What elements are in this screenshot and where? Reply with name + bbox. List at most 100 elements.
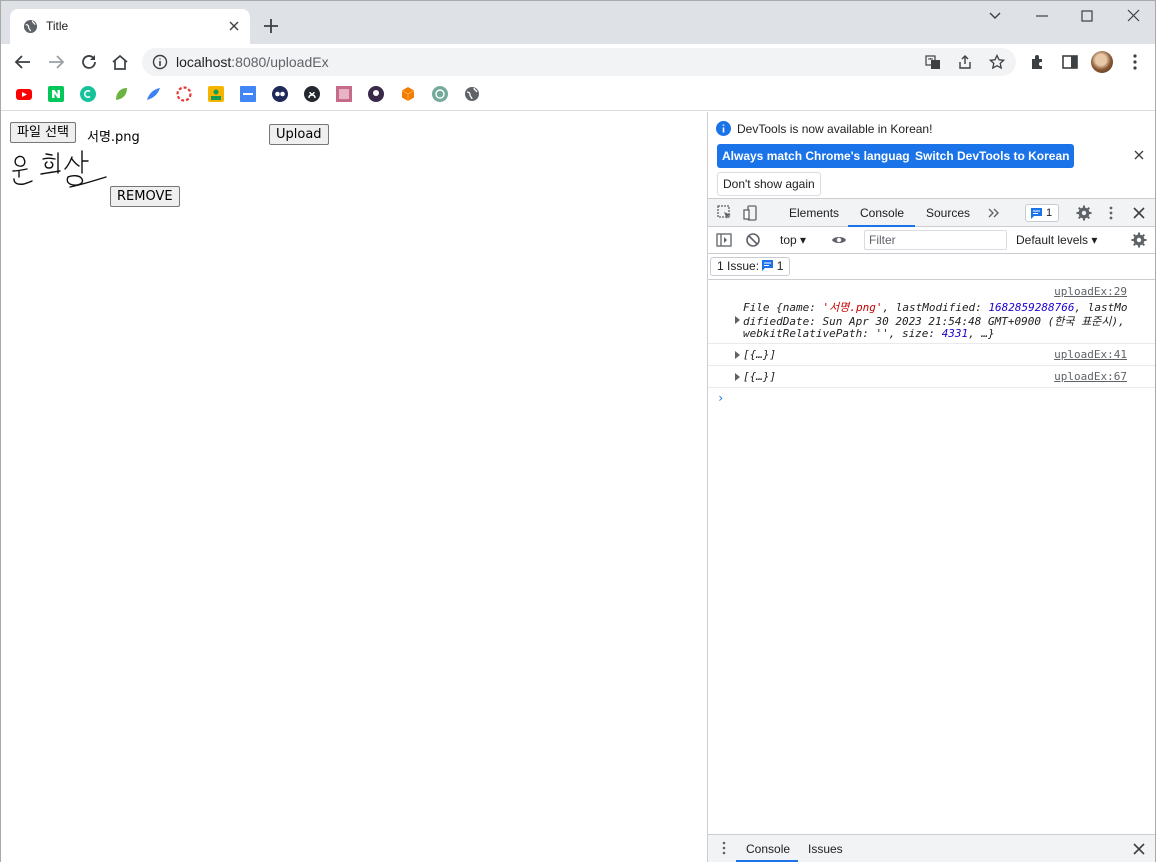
console-message[interactable]: [{…}] uploadEx:67 — [708, 366, 1155, 388]
dont-show-again-button[interactable]: Don't show again — [717, 172, 821, 196]
expand-triangle-icon[interactable] — [735, 316, 740, 324]
issues-summary-bar: 1 Issue: 1 — [708, 254, 1155, 280]
expand-triangle-icon[interactable] — [735, 351, 740, 359]
drawer-tab-issues[interactable]: Issues — [808, 842, 843, 856]
minimize-icon[interactable] — [1031, 7, 1053, 25]
eye-icon[interactable] — [831, 232, 847, 248]
remove-button[interactable]: REMOVE — [110, 186, 180, 207]
maximize-icon[interactable] — [1076, 7, 1098, 25]
home-icon[interactable] — [110, 52, 130, 72]
log-levels-select[interactable]: Default levels ▾ — [1016, 233, 1097, 247]
tab-sources[interactable]: Sources — [926, 206, 970, 220]
file-choose-button[interactable]: 파일 선택 — [10, 122, 76, 143]
log-line: [{…}] — [743, 370, 777, 383]
tab-console[interactable]: Console — [860, 206, 904, 220]
devtools-close-icon[interactable] — [1131, 205, 1147, 221]
console-settings-icon[interactable] — [1131, 232, 1147, 248]
issues-summary-label: 1 Issue: — [717, 259, 760, 273]
tab-elements[interactable]: Elements — [789, 206, 839, 220]
clear-console-icon[interactable] — [745, 232, 761, 248]
grammarly-bookmark-icon[interactable] — [80, 86, 96, 102]
settings-gear-icon[interactable] — [1076, 205, 1092, 221]
browser-toolbar: localhost:8080/uploadEx — [1, 44, 1155, 80]
translate-icon[interactable] — [925, 54, 941, 70]
always-match-language-button[interactable]: Always match Chrome's language — [717, 144, 922, 168]
source-link[interactable]: uploadEx:41 — [1054, 348, 1127, 361]
orange-cube-bookmark-icon[interactable] — [400, 86, 416, 102]
url-path: :8080/uploadEx — [231, 54, 329, 70]
issues-summary-count: 1 — [776, 259, 784, 273]
drawer-tab-bar: Console Issues — [708, 834, 1155, 862]
side-panel-icon[interactable] — [1060, 52, 1080, 72]
photo-bookmark-icon[interactable] — [336, 86, 352, 102]
language-notice: DevTools is now available in Korean! Alw… — [708, 112, 1155, 198]
site-info-icon[interactable] — [152, 54, 168, 70]
sidebar-toggle-icon[interactable] — [716, 232, 732, 248]
close-icon[interactable] — [226, 18, 242, 34]
console-prompt-icon[interactable]: › — [717, 391, 724, 405]
context-select[interactable]: top ▾ — [780, 233, 806, 247]
github-bookmark-icon[interactable] — [304, 86, 320, 102]
extensions-icon[interactable] — [1028, 52, 1048, 72]
log-levels-value: Default levels — [1016, 233, 1089, 247]
context-value: top — [780, 233, 797, 247]
console-message[interactable]: uploadEx:29 File {name: '서명.png', lastMo… — [708, 280, 1155, 344]
address-bar[interactable]: localhost:8080/uploadEx — [142, 48, 1016, 76]
feather-bookmark-icon[interactable] — [145, 86, 161, 102]
console-toolbar: top ▾ Filter Default levels ▾ — [708, 227, 1155, 254]
filter-input[interactable]: Filter — [864, 230, 1007, 250]
devtools-menu-icon[interactable] — [1103, 205, 1119, 221]
blue-square-bookmark-icon[interactable] — [240, 86, 256, 102]
device-toolbar-icon[interactable] — [743, 205, 759, 221]
youtube-bookmark-icon[interactable] — [16, 86, 32, 102]
devtools-panel: DevTools is now available in Korean! Alw… — [707, 112, 1155, 862]
globe-icon — [23, 19, 38, 34]
console-message[interactable]: [{…}] uploadEx:41 — [708, 344, 1155, 366]
leaf-bookmark-icon[interactable] — [113, 86, 129, 102]
issues-summary-button[interactable]: 1 Issue: 1 — [710, 257, 791, 276]
selected-file-name: 서명.png — [87, 130, 140, 145]
log-line: [{…}] — [743, 348, 777, 361]
star-icon[interactable] — [989, 54, 1005, 70]
issues-badge[interactable]: 1 — [1025, 204, 1059, 222]
close-icon[interactable] — [1133, 149, 1145, 161]
source-link[interactable]: uploadEx:29 — [1054, 285, 1127, 298]
log-text: , …} — [968, 327, 995, 340]
forward-icon[interactable] — [46, 52, 66, 72]
expand-triangle-icon[interactable] — [735, 373, 740, 381]
log-line: webkitRelativePath: '', size: 4331, …} — [743, 327, 995, 340]
globe-bookmark-icon[interactable] — [464, 86, 480, 102]
window-close-icon[interactable] — [1122, 7, 1144, 25]
inspect-element-icon[interactable] — [717, 205, 733, 221]
browser-tab[interactable]: Title — [10, 9, 250, 44]
browser-window: Title localhost:8080/uploadEx 파일 선택 서명.p… — [0, 0, 1156, 862]
menu-kebab-icon[interactable] — [1125, 52, 1145, 72]
openai-bookmark-icon[interactable] — [432, 86, 448, 102]
share-icon[interactable] — [957, 54, 973, 70]
more-tabs-icon[interactable] — [986, 205, 1002, 221]
owl-bookmark-icon[interactable] — [272, 86, 288, 102]
drawer-tab-console[interactable]: Console — [746, 842, 790, 856]
tab-strip: Title — [1, 1, 1155, 44]
issue-message-icon — [1031, 208, 1042, 219]
source-link[interactable]: uploadEx:67 — [1054, 370, 1127, 383]
log-number: 4331 — [941, 327, 969, 340]
avatar-bookmark-icon[interactable] — [368, 86, 384, 102]
new-tab-icon[interactable] — [262, 17, 280, 35]
upload-button[interactable]: Upload — [269, 124, 329, 145]
circle-dashed-bookmark-icon[interactable] — [176, 86, 192, 102]
chevron-down-icon[interactable] — [984, 7, 1006, 25]
drawer-menu-icon[interactable] — [717, 840, 731, 856]
naver-bookmark-icon[interactable] — [48, 86, 64, 102]
image-bookmark-icon[interactable] — [208, 86, 224, 102]
signature-image — [12, 150, 107, 188]
issue-message-icon — [762, 260, 774, 271]
notice-message: DevTools is now available in Korean! — [737, 122, 933, 136]
switch-to-korean-button[interactable]: Switch DevTools to Korean — [910, 144, 1075, 168]
avatar[interactable] — [1091, 51, 1113, 73]
reload-icon[interactable] — [79, 52, 99, 72]
page-content: 파일 선택 서명.png Upload REMOVE — [1, 112, 707, 862]
url-text: localhost:8080/uploadEx — [176, 54, 329, 70]
drawer-close-icon[interactable] — [1131, 841, 1147, 857]
back-icon[interactable] — [13, 52, 33, 72]
